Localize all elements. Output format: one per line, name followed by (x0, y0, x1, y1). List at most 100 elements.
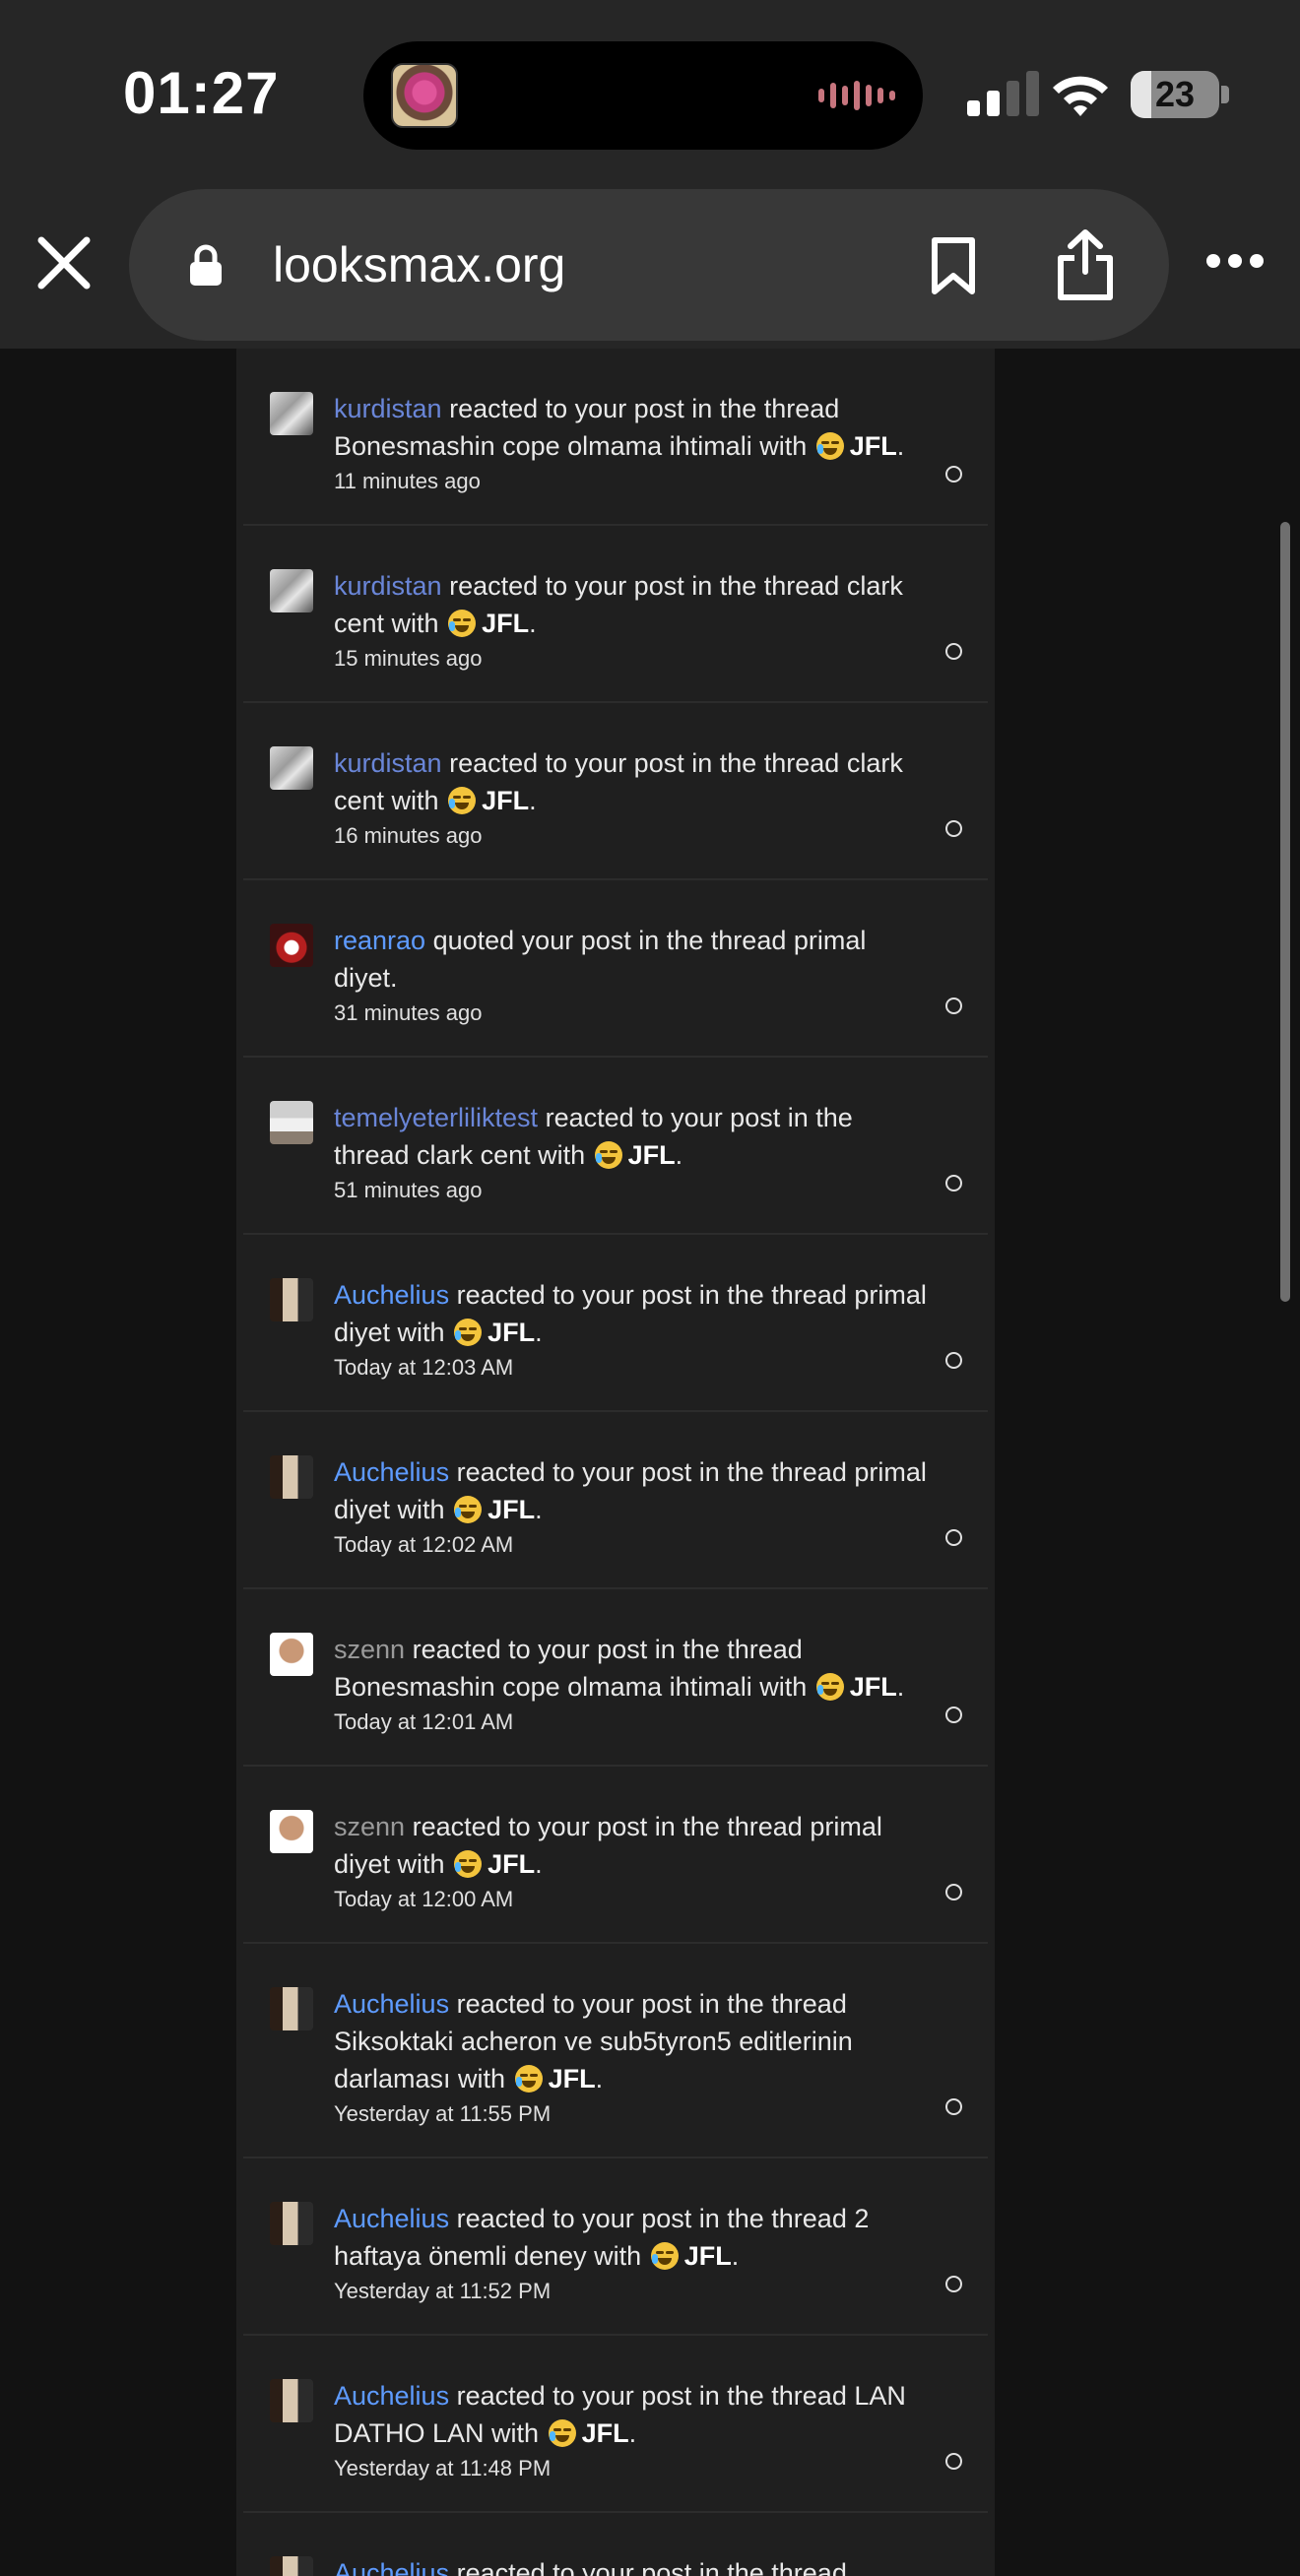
username-link[interactable]: kurdistan (334, 394, 442, 423)
username-link[interactable]: temelyeterliliktest (334, 1103, 538, 1132)
notification-item[interactable]: Auchelius reacted to your post in the th… (243, 2513, 988, 2576)
joy-emoji-icon (454, 1496, 483, 1523)
read-marker-icon[interactable] (945, 2453, 962, 2470)
bookmark-icon[interactable] (929, 236, 978, 295)
browser-chrome: 01:27 23 looksmax.org (0, 0, 1300, 349)
notification-item[interactable]: kurdistan reacted to your post in the th… (243, 526, 988, 703)
username-link[interactable]: Auchelius (334, 2558, 449, 2576)
read-marker-icon[interactable] (945, 1352, 962, 1369)
read-marker-icon[interactable] (945, 2098, 962, 2115)
page-scrollbar[interactable] (1280, 522, 1290, 1302)
user-avatar[interactable] (270, 746, 313, 790)
notification-time: Today at 12:00 AM (334, 1887, 514, 1911)
notification-item[interactable]: kurdistan reacted to your post in the th… (243, 349, 988, 526)
notification-message[interactable]: reacted to your post in the thread Bones… (334, 1635, 807, 1702)
joy-emoji-icon (594, 1141, 622, 1169)
address-bar[interactable]: looksmax.org (129, 189, 1169, 341)
read-marker-icon[interactable] (945, 1175, 962, 1191)
user-avatar[interactable] (270, 569, 313, 612)
read-marker-icon[interactable] (945, 466, 962, 483)
username-link[interactable]: Auchelius (334, 1989, 449, 2019)
read-marker-icon[interactable] (945, 1884, 962, 1900)
more-icon[interactable] (1205, 250, 1265, 272)
notification-text: szenn reacted to your post in the thread… (334, 1812, 882, 1879)
notification-text: Auchelius reacted to your post in the th… (334, 2554, 929, 2576)
username-link[interactable]: kurdistan (334, 748, 442, 778)
notification-text: szenn reacted to your post in the thread… (334, 1635, 905, 1702)
notification-item[interactable]: reanrao quoted your post in the thread p… (243, 880, 988, 1058)
notification-item[interactable]: szenn reacted to your post in the thread… (243, 1589, 988, 1767)
notification-time: 31 minutes ago (334, 1000, 483, 1025)
user-avatar[interactable] (270, 1278, 313, 1321)
joy-emoji-icon (514, 2065, 543, 2093)
notifications-panel: kurdistan reacted to your post in the th… (236, 349, 995, 2576)
notification-item[interactable]: temelyeterliliktest reacted to your post… (243, 1058, 988, 1235)
notification-message[interactable]: reacted to your post in the thread prima… (334, 1812, 882, 1879)
web-page[interactable]: kurdistan reacted to your post in the th… (0, 349, 1300, 2576)
user-avatar[interactable] (270, 1455, 313, 1499)
notification-text: Auchelius reacted to your post in the th… (334, 1989, 853, 2093)
reaction-label: JFL (488, 1849, 536, 1879)
notification-text: temelyeterliliktest reacted to your post… (334, 1103, 853, 1170)
user-avatar[interactable] (270, 1987, 313, 2030)
cellular-signal-icon (967, 71, 1039, 116)
username-link[interactable]: kurdistan (334, 571, 442, 601)
read-marker-icon[interactable] (945, 1707, 962, 1723)
joy-emoji-icon (448, 610, 477, 637)
username-link[interactable]: szenn (334, 1635, 405, 1664)
close-icon[interactable] (33, 232, 95, 293)
notification-time: Today at 12:01 AM (334, 1709, 514, 1734)
battery-indicator: 23 (1131, 71, 1229, 118)
username-link[interactable]: Auchelius (334, 2204, 449, 2233)
notification-time: Yesterday at 11:48 PM (334, 2456, 552, 2480)
notification-item[interactable]: kurdistan reacted to your post in the th… (243, 703, 988, 880)
user-avatar[interactable] (270, 1810, 313, 1853)
notification-text: Auchelius reacted to your post in the th… (334, 1280, 927, 1347)
notification-text: kurdistan reacted to your post in the th… (334, 394, 905, 461)
username-link[interactable]: Auchelius (334, 1457, 449, 1487)
reaction-label: JFL (581, 2418, 629, 2448)
notification-item[interactable]: Auchelius reacted to your post in the th… (243, 1944, 988, 2158)
reaction-label: JFL (849, 1672, 897, 1702)
user-avatar[interactable] (270, 2556, 313, 2576)
url-text[interactable]: looksmax.org (273, 234, 565, 295)
notification-time: 15 minutes ago (334, 646, 483, 671)
dynamic-island[interactable] (363, 41, 923, 150)
user-avatar[interactable] (270, 392, 313, 435)
notification-time: 11 minutes ago (334, 469, 481, 493)
notification-item[interactable]: Auchelius reacted to your post in the th… (243, 1235, 988, 1412)
reaction-label: JFL (627, 1140, 676, 1170)
notification-item[interactable]: szenn reacted to your post in the thread… (243, 1767, 988, 1944)
share-icon[interactable] (1055, 228, 1116, 301)
username-link[interactable]: Auchelius (334, 1280, 449, 1310)
read-marker-icon[interactable] (945, 820, 962, 837)
user-avatar[interactable] (270, 1633, 313, 1676)
joy-emoji-icon (454, 1319, 483, 1346)
notification-list: kurdistan reacted to your post in the th… (243, 349, 988, 2576)
read-marker-icon[interactable] (945, 643, 962, 660)
user-avatar[interactable] (270, 924, 313, 967)
notification-time: 16 minutes ago (334, 823, 483, 848)
notification-time: 51 minutes ago (334, 1178, 483, 1202)
reaction-label: JFL (482, 786, 530, 815)
notification-time: Yesterday at 11:55 PM (334, 2101, 552, 2126)
username-link[interactable]: reanrao (334, 926, 425, 955)
user-avatar[interactable] (270, 2202, 313, 2245)
notification-item[interactable]: Auchelius reacted to your post in the th… (243, 2336, 988, 2513)
notification-item[interactable]: Auchelius reacted to your post in the th… (243, 2158, 988, 2336)
username-link[interactable]: Auchelius (334, 2381, 449, 2411)
reaction-label: JFL (488, 1495, 536, 1524)
username-link[interactable]: szenn (334, 1812, 405, 1841)
user-avatar[interactable] (270, 2379, 313, 2422)
battery-level: 23 (1154, 74, 1196, 114)
joy-emoji-icon (454, 1850, 483, 1878)
notification-item[interactable]: Auchelius reacted to your post in the th… (243, 1412, 988, 1589)
read-marker-icon[interactable] (945, 1529, 962, 1546)
lock-icon (190, 244, 222, 286)
status-time: 01:27 (123, 60, 280, 126)
user-avatar[interactable] (270, 1101, 313, 1144)
read-marker-icon[interactable] (945, 998, 962, 1014)
read-marker-icon[interactable] (945, 2276, 962, 2292)
notification-text: Auchelius reacted to your post in the th… (334, 2204, 870, 2271)
joy-emoji-icon (815, 432, 844, 460)
